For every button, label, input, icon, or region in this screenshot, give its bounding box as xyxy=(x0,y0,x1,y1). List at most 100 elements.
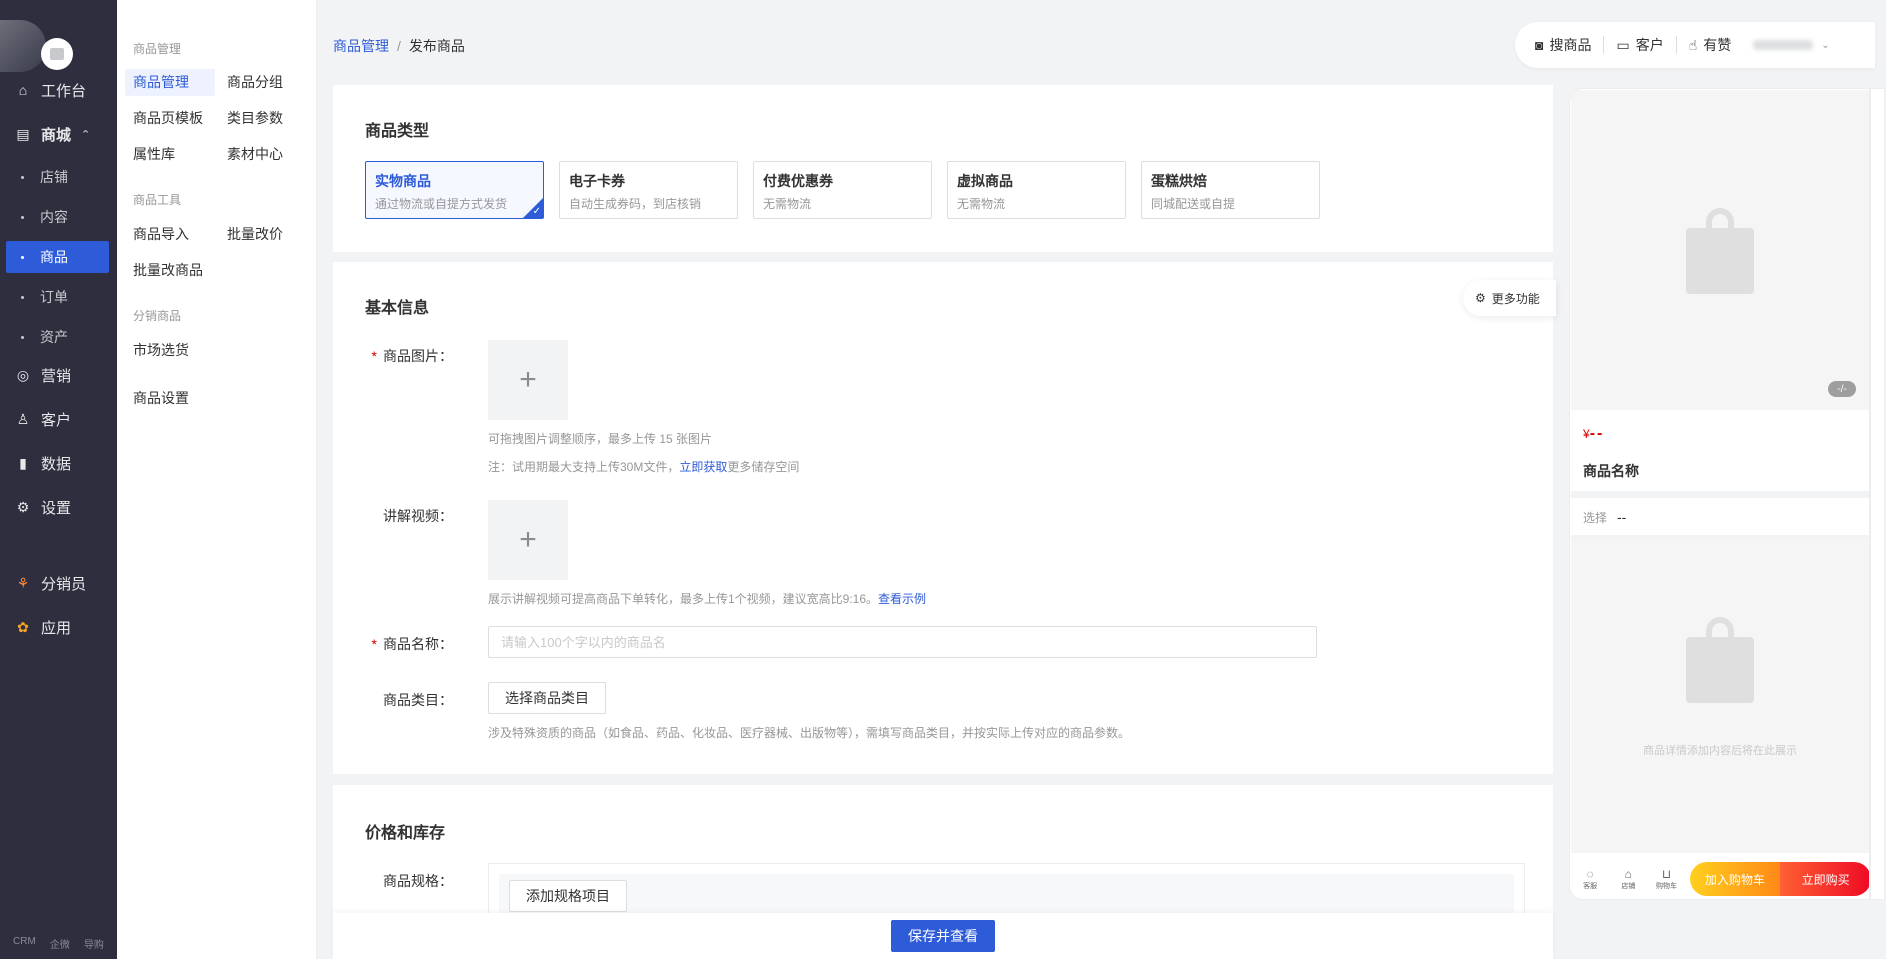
video-upload[interactable]: + xyxy=(488,500,568,580)
sidebar-item-goods-manage[interactable]: 商品管理 xyxy=(125,69,215,96)
nav-sub-shop[interactable]: 店铺 xyxy=(6,161,109,193)
breadcrumb: 商品管理 / 发布商品 xyxy=(333,38,465,54)
store-icon: ▤ xyxy=(16,125,30,142)
secondary-sidebar: 商品管理 商品管理 商品分组 商品页模板 类目参数 属性库 素材中心 商品工具 … xyxy=(117,0,317,959)
shopping-bag-icon xyxy=(1686,617,1754,705)
type-card-ecard[interactable]: 电子卡券 自动生成券码，到店核销 xyxy=(559,161,738,219)
data-icon: ▮ xyxy=(19,454,27,471)
category-hint: 涉及特殊资质的商品（如食品、药品、化妆品、医疗器械、出版物等），需填写商品类目，… xyxy=(488,726,1131,740)
preview-action-bar: ◌ 客服 ⌂ 店铺 ⊔ 购物车 加入购物车 立即购买 xyxy=(1571,859,1871,899)
footer-bar: 保存并查看 xyxy=(333,913,1553,959)
save-and-view-button[interactable]: 保存并查看 xyxy=(891,920,995,952)
nav-sub-goods[interactable]: 商品 xyxy=(6,241,109,273)
youzan-button[interactable]: ☝ 有赞 xyxy=(1675,36,1744,54)
nav-data[interactable]: ▮ 数据 xyxy=(0,445,117,481)
breadcrumb-parent[interactable]: 商品管理 xyxy=(333,38,389,54)
customer-icon: ♙ xyxy=(16,410,30,427)
section-title: 商品类型 xyxy=(365,123,430,140)
nav-sub-content[interactable]: 内容 xyxy=(6,201,109,233)
nav-marketing[interactable]: ◎ 营销 xyxy=(0,357,117,393)
chevron-up-icon: ⌃ xyxy=(81,128,91,141)
preview-chat: ◌ 客服 xyxy=(1583,867,1598,890)
primary-sidebar: ⌂ 工作台 ▤ 商城 ⌃ 店铺 内容 商品 订单 资产 ◎ 营销 ♙ 客户 ▮ 数据 ⚙ 设置… xyxy=(0,0,117,959)
robot-icon: ◙ xyxy=(1535,37,1544,53)
image-hint: 可拖拽图片调整顺序，最多上传 15 张图片 xyxy=(488,432,713,446)
nav-workbench[interactable]: ⌂ 工作台 xyxy=(0,72,117,108)
search-goods-button[interactable]: ◙ 搜商品 xyxy=(1515,36,1603,54)
nav-sub-assets[interactable]: 资产 xyxy=(6,321,109,353)
sidebar-item-market[interactable]: 市场选货 xyxy=(125,337,197,364)
plus-icon: + xyxy=(519,523,537,556)
get-storage-link[interactable]: 立即获取 xyxy=(679,460,727,474)
product-name-input[interactable] xyxy=(488,626,1317,658)
group-title-goods: 商品管理 xyxy=(133,42,182,56)
more-functions-button[interactable]: ⚙ 更多功能 xyxy=(1463,280,1556,316)
spec-label: 商品规格： xyxy=(383,873,453,889)
sidebar-footer: CRM 企微 导购 xyxy=(0,936,117,951)
shop-icon: ⌂ xyxy=(1624,867,1632,881)
add-to-cart-button: 加入购物车 xyxy=(1689,862,1781,896)
type-card-cake[interactable]: 蛋糕烘焙 同城配送或自提 xyxy=(1141,161,1320,219)
marketing-icon: ◎ xyxy=(16,366,30,383)
buy-now-button: 立即购买 xyxy=(1780,862,1871,896)
preview-cart: ⊔ 购物车 xyxy=(1655,867,1677,890)
message-icon: ▭ xyxy=(1616,36,1630,53)
distributor-icon: ⚘ xyxy=(16,574,30,591)
sidebar-item-materials[interactable]: 素材中心 xyxy=(219,141,291,168)
store-avatar-icon[interactable] xyxy=(41,38,73,70)
wecom-link[interactable]: 企微 xyxy=(50,936,70,951)
preview-price: ¥-- xyxy=(1583,425,1605,442)
sidebar-item-goods-settings[interactable]: 商品设置 xyxy=(125,385,197,412)
video-hint: 展示讲解视频可提高商品下单转化，最多上传1个视频，建议宽高比9:16。查看示例 xyxy=(488,592,927,606)
type-section: 商品类型 实物商品 通过物流或自提方式发货 ✓ 电子卡券 自动生成券码，到店核销… xyxy=(333,85,1553,252)
type-card-virtual[interactable]: 虚拟商品 无需物流 xyxy=(947,161,1126,219)
section-title: 基本信息 xyxy=(365,300,430,317)
shopping-bag-icon xyxy=(1686,208,1754,296)
add-spec-button[interactable]: 添加规格项目 xyxy=(509,880,627,912)
apps-icon: ✿ xyxy=(17,618,29,635)
crm-link[interactable]: CRM xyxy=(13,936,36,951)
nav-settings[interactable]: ⚙ 设置 xyxy=(0,489,117,525)
sidebar-item-page-template[interactable]: 商品页模板 xyxy=(125,105,211,132)
sidebar-item-batch-price[interactable]: 批量改价 xyxy=(219,221,291,248)
name-label: * 商品名称： xyxy=(371,636,453,652)
select-category-button[interactable]: 选择商品类目 xyxy=(488,682,606,714)
breadcrumb-current: 发布商品 xyxy=(408,38,465,54)
settings-icon: ⚙ xyxy=(16,498,30,515)
preview-detail-area xyxy=(1571,539,1869,853)
detail-placeholder: 商品详情添加内容后将在此展示 xyxy=(1643,745,1797,757)
sidebar-item-goods-group[interactable]: 商品分组 xyxy=(219,69,291,96)
guide-link[interactable]: 导购 xyxy=(84,936,104,951)
sidebar-item-category-params[interactable]: 类目参数 xyxy=(219,105,291,132)
mobile-preview: -/- ¥-- 商品名称 选择 -- 商品详情添加内容后将在此展示 ◌ 客服 ⌂ 店铺… xyxy=(1569,88,1885,900)
sidebar-item-batch-edit[interactable]: 批量改商品 xyxy=(125,257,211,284)
group-title-tools: 商品工具 xyxy=(133,193,182,207)
sidebar-item-import[interactable]: 商品导入 xyxy=(125,221,197,248)
type-card-physical[interactable]: 实物商品 通过物流或自提方式发货 ✓ xyxy=(365,161,544,219)
view-example-link[interactable]: 查看示例 xyxy=(878,592,926,606)
nav-distributor[interactable]: ⚘ 分销员 xyxy=(0,565,117,601)
basic-info-section: 基本信息 * 商品图片： + 可拖拽图片调整顺序，最多上传 15 张图片 注：试用… xyxy=(333,262,1553,774)
gear-icon: ⚙ xyxy=(1475,291,1486,305)
storage-hint: 注：试用期最大支持上传30M文件，立即获取更多储存空间 xyxy=(488,460,800,474)
image-upload[interactable]: + xyxy=(488,340,568,420)
type-card-coupon[interactable]: 付费优惠券 无需物流 xyxy=(753,161,932,219)
chevron-down-icon[interactable]: ⌄ xyxy=(1821,40,1829,51)
nav-sub-orders[interactable]: 订单 xyxy=(6,281,109,313)
preview-shop: ⌂ 店铺 xyxy=(1621,867,1636,890)
image-counter: -/- xyxy=(1828,381,1856,397)
thumb-up-icon: ☝ xyxy=(1688,36,1698,53)
preview-choose: 选择 -- xyxy=(1583,509,1627,525)
nav-apps[interactable]: ✿ 应用 xyxy=(0,609,117,645)
nav-store[interactable]: ▤ 商城 ⌃ xyxy=(0,116,117,152)
sidebar-item-attributes[interactable]: 属性库 xyxy=(125,141,183,168)
group-title-distribution: 分销商品 xyxy=(133,309,182,323)
preview-scrollbar[interactable] xyxy=(1869,89,1871,899)
customer-service-button[interactable]: ▭ 客户 xyxy=(1603,36,1675,54)
nav-customer[interactable]: ♙ 客户 xyxy=(0,401,117,437)
preview-main-image xyxy=(1571,90,1869,410)
video-label: 讲解视频： xyxy=(383,508,453,524)
user-name[interactable] xyxy=(1753,40,1814,50)
shop-logo[interactable] xyxy=(0,14,117,72)
category-label: 商品类目： xyxy=(383,692,453,708)
